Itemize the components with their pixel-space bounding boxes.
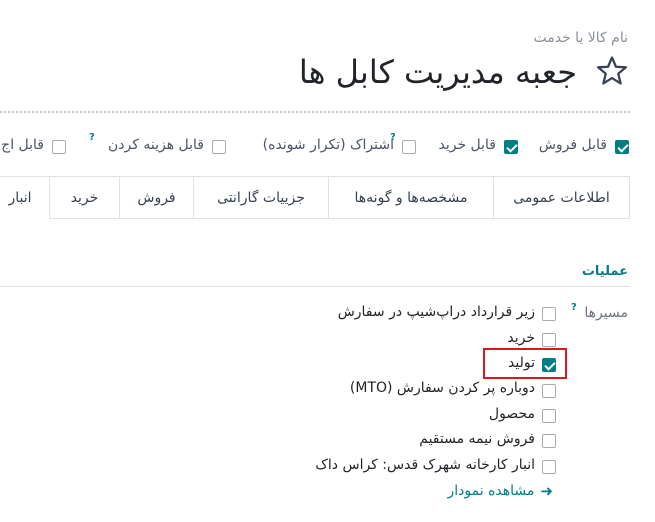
can-be-expensed-label: قابل هزینه کردن — [108, 137, 204, 153]
can-be-purchased-label: قابل خرید — [438, 137, 496, 153]
route-dropship-subcontract-checkbox[interactable] — [542, 307, 556, 321]
routes-label: مسیرها — [584, 305, 628, 321]
route-dropship-subcontract-label: زیر قرارداد دراپ‌شیپ در سفارش — [337, 304, 535, 320]
product-name-label: نام کالا یا خدمت — [533, 30, 628, 46]
section-divider — [0, 286, 630, 287]
view-diagram-link[interactable]: ➜ مشاهده نمودار — [448, 482, 553, 500]
can-be-expensed-checkbox[interactable] — [212, 140, 226, 154]
can-be-sold-checkbox[interactable] — [615, 140, 629, 154]
can-be-rented-label: قابل اج — [1, 137, 44, 153]
subscription-help-icon[interactable]: ? — [390, 132, 396, 143]
tab-purchase[interactable]: خرید — [49, 176, 120, 218]
tab-warranty-details[interactable]: جزییات گارانتی — [193, 176, 329, 218]
route-mto-checkbox[interactable] — [542, 384, 556, 398]
subscription-checkbox[interactable] — [402, 140, 416, 154]
manufacture-highlight-box — [483, 348, 567, 379]
can-be-purchased-checkbox[interactable] — [504, 140, 518, 154]
tab-inventory[interactable]: انبار — [0, 176, 50, 219]
subscription-label: اشتراک (تکرار شونده) — [262, 137, 394, 153]
can-be-sold-label: قابل فروش — [538, 137, 607, 153]
title-separator — [0, 111, 630, 113]
route-semi-direct-label: فروش نیمه مستقیم — [419, 431, 535, 447]
route-buy-checkbox[interactable] — [542, 333, 556, 347]
route-crossdock-checkbox[interactable] — [542, 460, 556, 474]
tab-sales[interactable]: فروش — [119, 176, 194, 218]
route-product-label: محصول — [488, 406, 535, 422]
arrow-right-icon: ➜ — [540, 482, 553, 500]
tab-attributes-variants[interactable]: مشخصه‌ها و گونه‌ها — [328, 176, 494, 218]
can-be-expensed-help-icon[interactable]: ? — [89, 132, 95, 143]
product-name-field[interactable]: جعبه مدیریت کابل ها — [299, 50, 577, 94]
can-be-rented-checkbox[interactable] — [52, 140, 66, 154]
operations-section-title: عملیات — [581, 264, 628, 279]
routes-help-icon[interactable]: ? — [571, 302, 577, 313]
route-semi-direct-checkbox[interactable] — [542, 434, 556, 448]
route-buy-label: خرید — [507, 330, 535, 346]
route-crossdock-label: انبار کارخانه شهرک قدس: کراس داک — [315, 457, 535, 473]
route-mto-label: دوباره پر کردن سفارش (MTO) — [349, 380, 535, 396]
view-diagram-label: مشاهده نمودار — [447, 483, 535, 499]
tab-general-information[interactable]: اطلاعات عمومی — [493, 176, 630, 218]
star-icon[interactable] — [595, 54, 629, 88]
route-product-checkbox[interactable] — [542, 409, 556, 423]
